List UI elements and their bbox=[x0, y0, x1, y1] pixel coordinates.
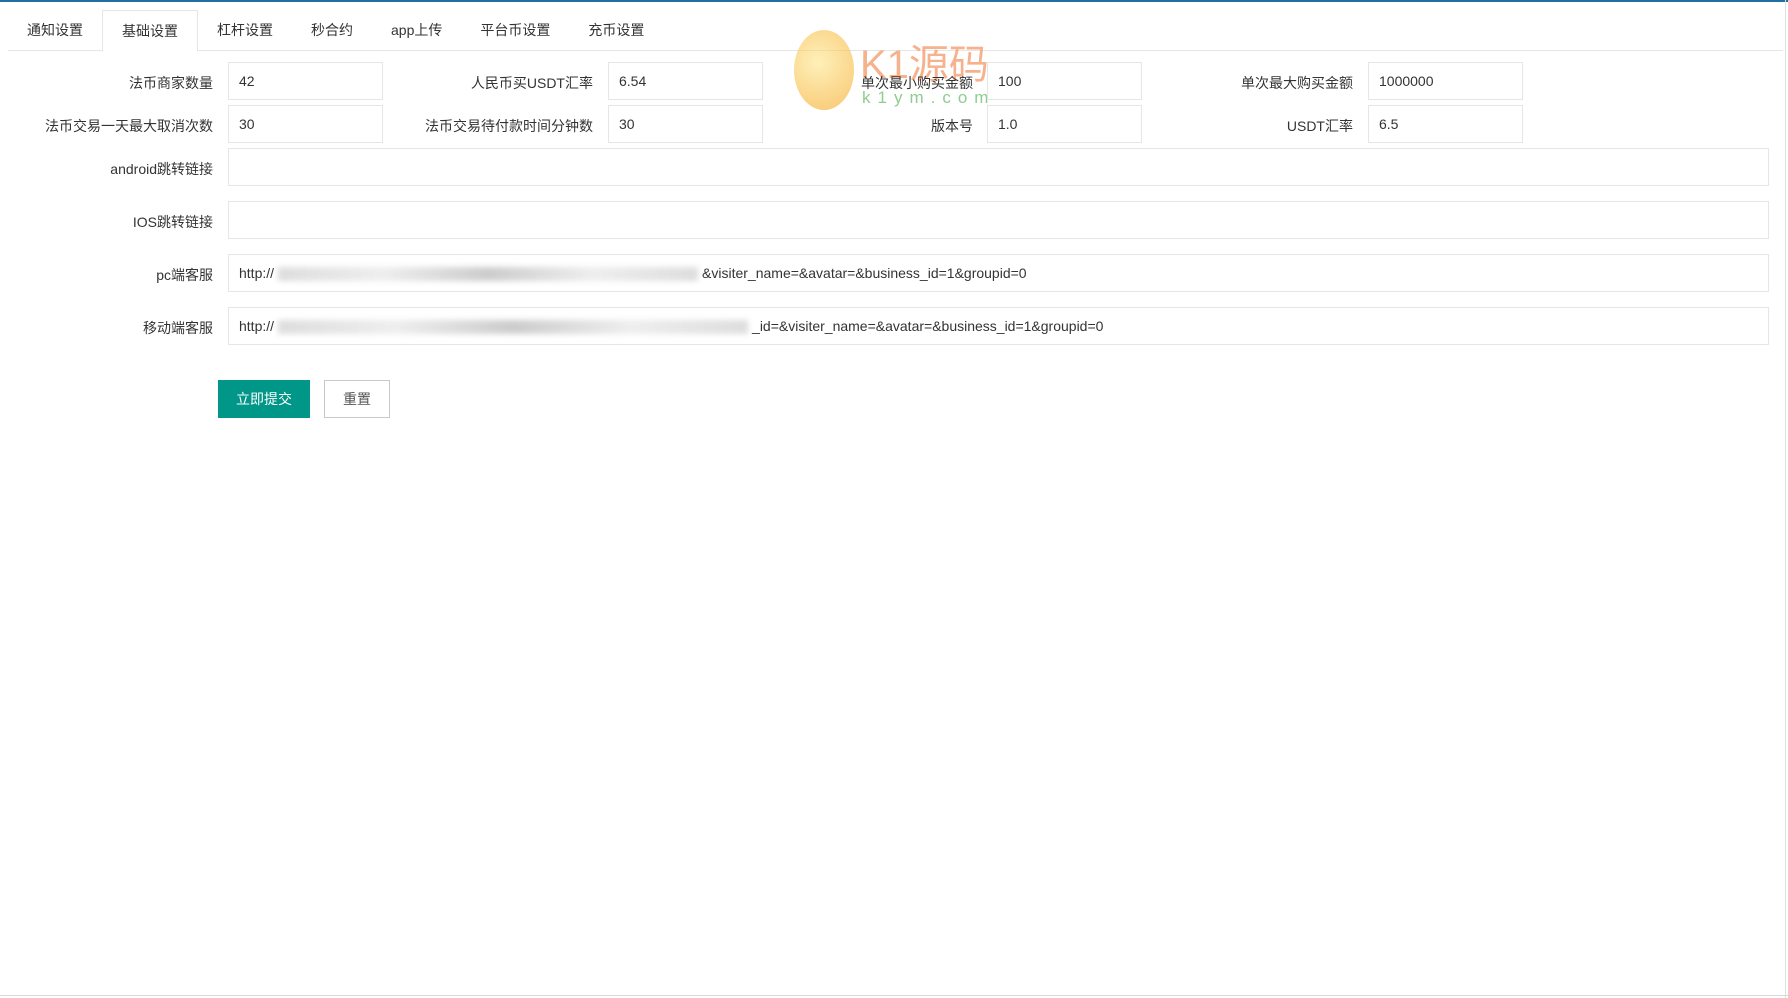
url-suffix: &visiter_name=&avatar=&business_id=1&gro… bbox=[702, 265, 1027, 281]
top-border bbox=[0, 0, 1788, 2]
pay-wait-label: 法币交易待付款时间分钟数 bbox=[425, 118, 593, 134]
scroll-edge bbox=[1785, 0, 1786, 998]
pc-service-label: pc端客服 bbox=[156, 267, 213, 283]
android-link-label: android跳转链接 bbox=[110, 161, 213, 177]
pay-wait-input[interactable]: 30 bbox=[608, 105, 763, 143]
url-prefix: http:// bbox=[239, 318, 275, 334]
min-buy-label: 单次最小购买金额 bbox=[861, 75, 973, 91]
max-cancel-input[interactable]: 30 bbox=[228, 105, 383, 143]
merchant-count-label: 法币商家数量 bbox=[129, 75, 213, 91]
pc-service-input[interactable]: http:// &visiter_name=&avatar=&business_i… bbox=[228, 254, 1769, 292]
tab-leverage[interactable]: 杠杆设置 bbox=[198, 10, 292, 51]
max-buy-input[interactable]: 1000000 bbox=[1368, 62, 1523, 100]
max-buy-label: 单次最大购买金额 bbox=[1241, 75, 1353, 91]
min-buy-input[interactable]: 100 bbox=[987, 62, 1142, 100]
url-prefix: http:// bbox=[239, 265, 275, 281]
cny-usdt-rate-input[interactable]: 6.54 bbox=[608, 62, 763, 100]
usdt-rate-input[interactable]: 6.5 bbox=[1368, 105, 1523, 143]
tab-app-upload[interactable]: app上传 bbox=[372, 10, 461, 51]
ios-link-label: IOS跳转链接 bbox=[132, 214, 213, 230]
ios-link-input[interactable] bbox=[228, 201, 1769, 239]
cny-usdt-rate-label: 人民币买USDT汇率 bbox=[470, 75, 593, 91]
mobile-service-input[interactable]: http:// _id=&visiter_name=&avatar=&busine… bbox=[228, 307, 1769, 345]
version-input[interactable]: 1.0 bbox=[987, 105, 1142, 143]
tab-platform-coin[interactable]: 平台币设置 bbox=[461, 10, 569, 51]
tab-notification[interactable]: 通知设置 bbox=[8, 10, 102, 51]
reset-button[interactable]: 重置 bbox=[324, 380, 390, 418]
version-label: 版本号 bbox=[931, 118, 973, 134]
max-cancel-label: 法币交易一天最大取消次数 bbox=[45, 118, 213, 134]
submit-button[interactable]: 立即提交 bbox=[218, 380, 310, 418]
redacted-blur bbox=[278, 320, 749, 335]
mobile-service-label: 移动端客服 bbox=[143, 320, 213, 336]
usdt-rate-label: USDT汇率 bbox=[1286, 118, 1353, 134]
bottom-border bbox=[0, 995, 1788, 996]
tab-basic[interactable]: 基础设置 bbox=[102, 10, 198, 52]
merchant-count-input[interactable]: 42 bbox=[228, 62, 383, 100]
android-link-input[interactable] bbox=[228, 148, 1769, 186]
url-suffix: _id=&visiter_name=&avatar=&business_id=1… bbox=[752, 318, 1104, 334]
tab-second-contract[interactable]: 秒合约 bbox=[292, 10, 372, 51]
settings-tabs: 通知设置 基础设置 杠杆设置 秒合约 app上传 平台币设置 充币设置 bbox=[8, 10, 1783, 52]
redacted-blur bbox=[278, 267, 699, 282]
tab-deposit[interactable]: 充币设置 bbox=[569, 10, 663, 51]
